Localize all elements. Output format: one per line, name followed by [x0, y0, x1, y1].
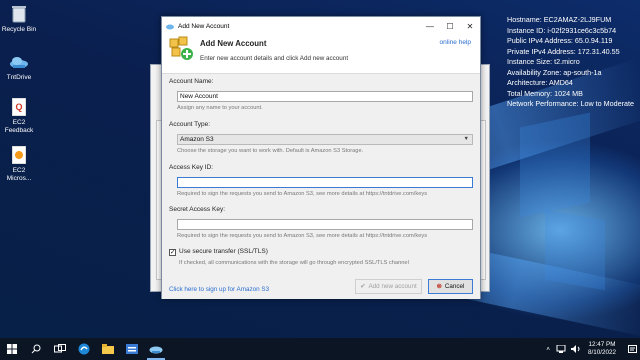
account-name-hint: Assign any name to your account. — [177, 105, 263, 111]
add-account-button-label: Add new account — [368, 283, 417, 290]
search-icon — [31, 344, 41, 354]
secure-transfer-checkbox[interactable]: ✓ — [169, 249, 176, 256]
chevron-down-icon: ▼ — [463, 136, 469, 142]
dialog-header: Add New Account Enter new account detail… — [162, 35, 480, 73]
close-icon: ✕ — [466, 21, 474, 31]
notification-button[interactable] — [624, 338, 640, 360]
account-type-label: Account Type: — [169, 121, 211, 128]
desktop-icon-label: Recycle Bin — [1, 26, 37, 33]
sysinfo-line: Public IPv4 Address: 65.0.94.119 — [507, 36, 613, 45]
desktop-icon-label: EC2 Feedback — [4, 119, 34, 134]
maximize-icon: ☐ — [446, 21, 454, 31]
dialog-titlebar[interactable]: Add New Account — ☐ ✕ — [162, 17, 480, 35]
dialog-body: Account Name: New Account Assign any nam… — [162, 73, 480, 299]
secure-transfer-label[interactable]: Use secure transfer (SSL/TLS) — [179, 248, 268, 255]
access-key-label: Access Key ID: — [169, 164, 214, 171]
cancel-icon: ⊗ — [436, 283, 442, 290]
secret-key-label: Secret Access Key: — [169, 206, 225, 213]
sysinfo-line: Architecture: AMD64 — [507, 78, 573, 87]
secure-transfer-hint: If checked, all communications with the … — [179, 260, 409, 266]
taskbar: ˄ 12:47 PM 8/10/2022 — [0, 338, 640, 360]
app-icon — [166, 24, 174, 30]
system-info-overlay: Hostname: EC2AMAZ-2LJ9FUM Instance ID: i… — [507, 15, 634, 110]
sysinfo-line: Instance ID: i-02f2931ce6c3c5b74 — [507, 25, 617, 35]
edge-icon — [78, 343, 90, 355]
access-key-hint: Required to sign the requests you send t… — [177, 191, 428, 197]
taskbar-file-explorer[interactable] — [96, 338, 120, 360]
clock[interactable]: 12:47 PM 8/10/2022 — [588, 341, 616, 357]
feedback-icon: Q — [9, 97, 29, 117]
speaker-icon[interactable] — [570, 345, 581, 353]
add-account-icon — [169, 36, 193, 60]
desktop-icon-label: TntDrive — [6, 74, 32, 81]
desktop-icon-recycle-bin[interactable]: Recycle Bin — [1, 4, 37, 34]
check-icon: ✔ — [360, 283, 366, 290]
checkmark-icon: ✓ — [170, 249, 176, 256]
network-icon[interactable] — [556, 345, 566, 353]
sysinfo-line: Availability Zone: ap-south-1a — [507, 67, 602, 77]
account-name-label: Account Name: — [169, 78, 214, 85]
recycle-bin-icon — [9, 4, 29, 24]
chevron-up-icon[interactable]: ˄ — [546, 346, 550, 353]
access-key-field[interactable] — [177, 177, 473, 188]
add-account-dialog: Add New Account — ☐ ✕ Add New Account En… — [161, 16, 481, 299]
minimize-icon: — — [426, 21, 434, 31]
online-help-link[interactable]: online help — [440, 39, 471, 46]
cloud-drive-icon — [9, 52, 29, 72]
dialog-title: Add New Account — [178, 22, 230, 30]
taskbar-server-manager[interactable] — [120, 338, 144, 360]
desktop-icon-tntdrive[interactable]: TntDrive — [1, 52, 37, 82]
clock-time: 12:47 PM — [588, 341, 616, 348]
sysinfo-line: Private IPv4 Address: 172.31.40.55 — [507, 46, 620, 56]
add-account-button[interactable]: ✔ Add new account — [355, 279, 422, 294]
minimize-button[interactable]: — — [420, 17, 440, 35]
taskbar-tntdrive[interactable] — [144, 338, 168, 360]
account-name-field[interactable]: New Account — [177, 91, 473, 102]
desktop-icon-ec2-microsoft[interactable]: EC2 Micros... — [1, 145, 37, 183]
account-type-hint: Choose the storage you want to work with… — [177, 148, 364, 154]
cancel-button[interactable]: ⊗ Cancel — [428, 279, 473, 294]
sysinfo-line: Instance Size: t2.micro — [507, 57, 580, 66]
folder-icon — [102, 344, 114, 354]
sysinfo-line: Network Performance: Low to Moderate — [507, 99, 635, 108]
header-title: Add New Account — [200, 39, 267, 48]
account-type-select[interactable]: Amazon S3 ▼ — [177, 134, 473, 145]
server-manager-icon — [126, 344, 138, 354]
taskbar-edge[interactable] — [72, 338, 96, 360]
svg-text:Q: Q — [15, 102, 22, 112]
ec2-icon — [9, 145, 29, 165]
windows-logo-icon — [7, 344, 17, 354]
search-button[interactable] — [24, 338, 48, 360]
notification-icon — [627, 344, 637, 353]
account-type-value: Amazon S3 — [180, 136, 214, 143]
header-subtitle: Enter new account details and click Add … — [200, 55, 349, 62]
desktop-icon-ec2-feedback[interactable]: Q EC2 Feedback — [1, 97, 37, 135]
secret-key-field[interactable] — [177, 219, 473, 230]
close-button[interactable]: ✕ — [460, 17, 480, 35]
maximize-button[interactable]: ☐ — [440, 17, 460, 35]
signup-link[interactable]: Click here to sign up for Amazon S3 — [169, 286, 269, 293]
system-tray: ˄ 12:47 PM 8/10/2022 — [546, 338, 640, 360]
start-button[interactable] — [0, 338, 24, 360]
task-view-icon — [54, 344, 66, 353]
task-view-button[interactable] — [48, 338, 72, 360]
secret-key-hint: Required to sign the requests you send t… — [177, 233, 428, 239]
cancel-button-label: Cancel — [444, 283, 465, 290]
sysinfo-line: Total Memory: 1024 MB — [507, 88, 583, 98]
clock-date: 8/10/2022 — [587, 349, 616, 356]
sysinfo-line: Hostname: EC2AMAZ-2LJ9FUM — [507, 15, 612, 24]
desktop-icon-label: EC2 Micros... — [6, 167, 32, 182]
cloud-drive-icon — [149, 346, 163, 354]
